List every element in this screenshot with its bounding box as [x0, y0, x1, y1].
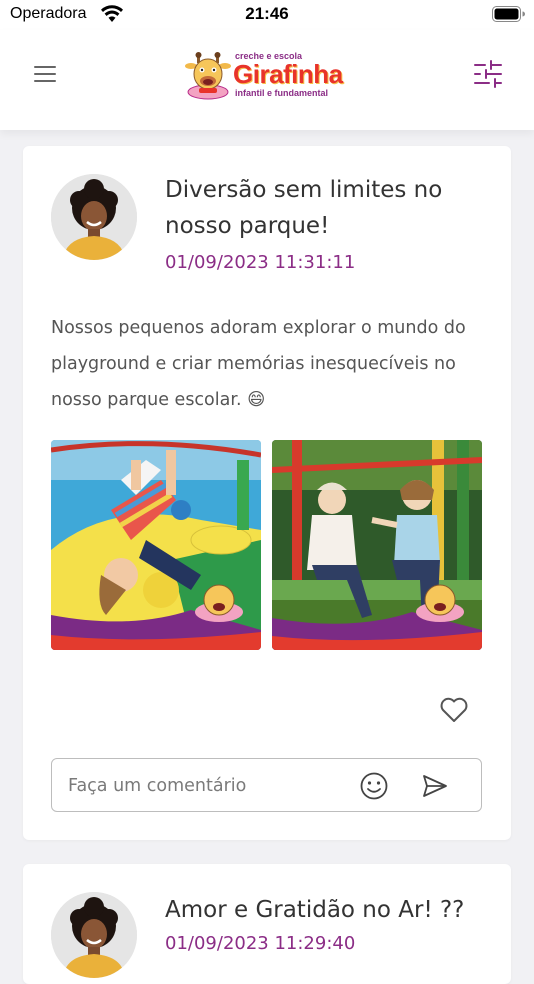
- heart-like-icon[interactable]: [439, 696, 469, 724]
- comment-input[interactable]: [68, 773, 338, 799]
- avatar-person-icon: [51, 174, 137, 260]
- emoji-smiley-icon[interactable]: [359, 771, 389, 801]
- hamburger-icon-line: [34, 80, 56, 82]
- photo-two-children-bench-icon: [272, 440, 482, 650]
- post-card: Amor e Gratidão no Ar! ?? 01/09/2023 11:…: [23, 864, 511, 984]
- post-photo[interactable]: [272, 440, 482, 650]
- logo-sub-text: infantil e fundamental: [235, 88, 329, 98]
- app-header: creche e escola Girafinha infantil e fun…: [0, 30, 534, 130]
- logo-name: Girafinha: [233, 59, 343, 89]
- post-photo[interactable]: [51, 440, 261, 650]
- author-avatar: [51, 174, 137, 260]
- menu-button[interactable]: [32, 63, 60, 85]
- hamburger-icon-line: [34, 73, 56, 75]
- filter-sliders-icon[interactable]: [472, 59, 504, 89]
- post-date: 01/09/2023 11:29:40: [165, 933, 356, 954]
- battery-icon: [492, 6, 525, 22]
- comment-composer: [51, 758, 482, 812]
- send-icon[interactable]: [421, 773, 449, 799]
- post-body: Nossos pequenos adoram explorar o mundo …: [51, 318, 466, 410]
- post-title: Amor e Gratidão no Ar! ??: [165, 897, 465, 923]
- status-bar: Operadora 21:46: [0, 0, 534, 30]
- photo-child-upside-down-icon: [51, 440, 261, 650]
- giraffe-mascot-icon: [185, 52, 231, 100]
- post-card: Diversão sem limites no nosso parque! 01…: [23, 146, 511, 840]
- avatar-person-icon: [51, 892, 137, 978]
- post-date: 01/09/2023 11:31:11: [165, 252, 356, 273]
- clock-label: 21:46: [245, 4, 289, 23]
- app-logo: creche e escola Girafinha infantil e fun…: [185, 50, 355, 102]
- hamburger-icon-line: [34, 66, 56, 68]
- post-title: Diversão sem limites no nosso parque!: [165, 177, 443, 239]
- author-avatar: [51, 892, 137, 978]
